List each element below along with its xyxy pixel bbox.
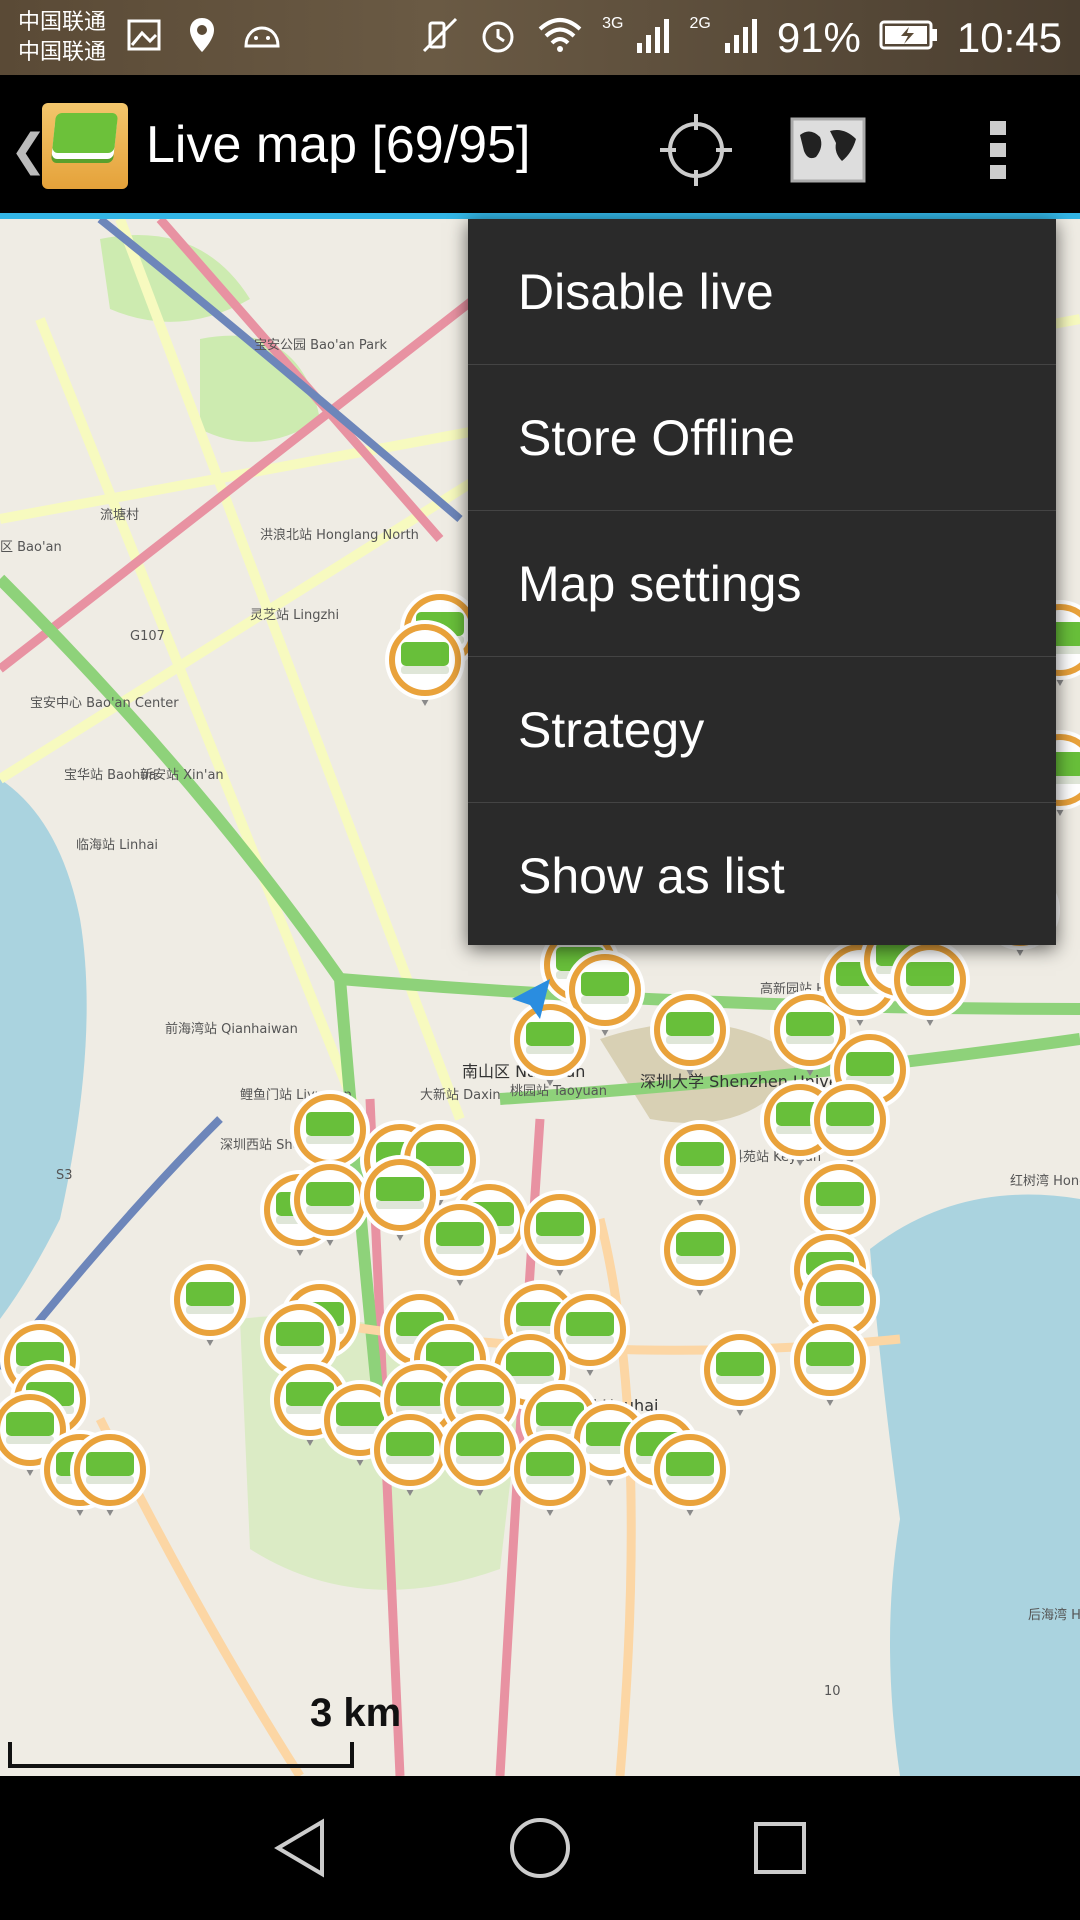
menu-item-strategy[interactable]: Strategy (468, 657, 1056, 803)
scale-bar (8, 1742, 354, 1768)
wifi-icon (536, 17, 584, 58)
cache-marker[interactable] (510, 1430, 590, 1516)
label-baoan: 区 Bao'an (0, 540, 62, 555)
alarm-icon (478, 15, 518, 60)
network-3g-label: 3G (602, 14, 624, 32)
location-pin-icon (188, 16, 216, 59)
overflow-menu: Disable live Store Offline Map settings … (468, 219, 1056, 945)
cache-marker[interactable] (660, 1210, 740, 1296)
label-houhai-bay: 后海湾 Houhai Bay (1028, 1607, 1080, 1623)
navigation-bar (0, 1776, 1080, 1920)
label-daxin: 大新站 Daxin (420, 1087, 501, 1103)
label-road-s3: S3 (56, 1168, 73, 1183)
label-baoan-park: 宝安公园 Bao'an Park (254, 338, 387, 353)
my-location-icon[interactable] (656, 110, 736, 190)
label-linhai: 临海站 Linhai (76, 838, 158, 853)
android-icon (242, 20, 282, 55)
signal-2g-icon (723, 15, 759, 60)
gallery-icon (126, 17, 162, 58)
label-baoan-center: 宝安中心 Bao'an Center (30, 696, 179, 711)
mute-icon (420, 15, 460, 60)
map-source-icon[interactable] (788, 110, 868, 190)
network-2g-label: 2G (689, 14, 711, 32)
cache-marker[interactable] (385, 620, 465, 706)
clock: 10:45 (956, 13, 1062, 61)
menu-item-store-offline[interactable]: Store Offline (468, 365, 1056, 511)
cache-marker[interactable] (660, 1120, 740, 1206)
battery-percent: 91% (776, 13, 861, 61)
recents-nav-icon[interactable] (740, 1808, 820, 1888)
cache-marker[interactable] (810, 1080, 890, 1166)
label-road-g107: G107 (130, 629, 165, 644)
cache-marker[interactable] (650, 1430, 730, 1516)
page-title: Live map [69/95] (146, 116, 531, 174)
battery-icon (879, 18, 939, 57)
app-logo-icon[interactable] (42, 103, 128, 189)
status-bar: 中国联通 中国联通 3G 2G 91% 10:45 (0, 0, 1080, 75)
menu-item-disable-live[interactable]: Disable live (468, 219, 1056, 365)
label-road-10: 10 (824, 1684, 841, 1699)
overflow-menu-icon[interactable] (958, 110, 1038, 190)
label-xinan: 新安站 Xin'an (140, 767, 224, 783)
scale-label: 3 km (310, 1691, 402, 1735)
cache-marker[interactable] (170, 1260, 250, 1346)
carrier-line-2: 中国联通 (18, 39, 107, 65)
carrier-info: 中国联通 中国联通 (18, 8, 106, 68)
menu-item-show-as-list[interactable]: Show as list (468, 803, 1056, 949)
cache-marker[interactable] (790, 1320, 870, 1406)
label-liutang: 流塘村 (100, 507, 139, 523)
label-taoyuan: 桃园站 Taoyuan (510, 1084, 607, 1099)
action-bar: ❮ Live map [69/95] (0, 75, 1080, 215)
label-qianhaiwan: 前海湾站 Qianhaiwan (165, 1021, 298, 1037)
signal-3g-icon (635, 15, 671, 60)
back-nav-icon[interactable] (260, 1808, 340, 1888)
menu-item-map-settings[interactable]: Map settings (468, 511, 1056, 657)
carrier-line-1: 中国联通 (18, 9, 107, 35)
home-nav-icon[interactable] (500, 1808, 580, 1888)
cache-marker[interactable] (420, 1200, 500, 1286)
label-honglang-north: 洪浪北站 Honglang North (260, 528, 419, 543)
label-lingzhi: 灵芝站 Lingzhi (250, 607, 339, 623)
cache-marker[interactable] (700, 1330, 780, 1416)
label-hongshuwan: 红树湾 Hongshuwan (1010, 1173, 1080, 1189)
